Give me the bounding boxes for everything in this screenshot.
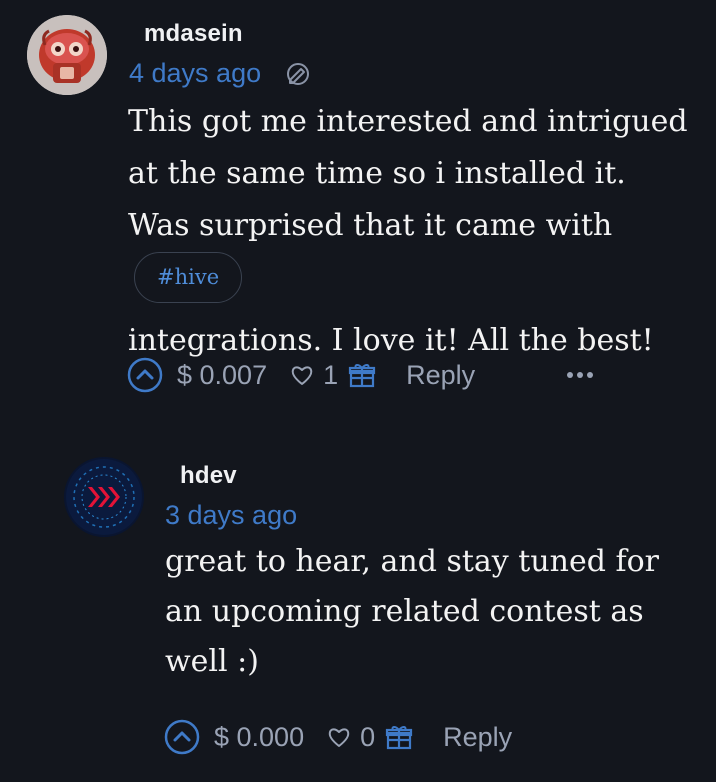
payout-value[interactable]: $ 0.007 (177, 360, 267, 391)
timestamp-hdev[interactable]: 3 days ago (165, 500, 297, 531)
actions-hdev: $ 0.000 0 Reply (164, 719, 512, 755)
comment-text-part-1: This got me interested and intrigued at … (128, 104, 688, 243)
more-horizontal-icon[interactable] (565, 370, 595, 380)
reply-button[interactable]: Reply (443, 722, 512, 753)
heart-icon[interactable] (326, 725, 352, 749)
meta-row-hdev: 3 days ago (165, 500, 297, 531)
upvote-circle-icon[interactable] (127, 357, 163, 393)
payout-value[interactable]: $ 0.000 (214, 722, 304, 753)
vote-count[interactable]: 0 (360, 722, 375, 753)
avatar-mdasein[interactable] (27, 15, 107, 95)
vote-count[interactable]: 1 (323, 360, 338, 391)
edit-pen-icon (287, 62, 310, 85)
heart-icon[interactable] (289, 363, 315, 387)
actions-mdasein: $ 0.007 1 Reply (127, 357, 475, 393)
gift-icon[interactable] (348, 361, 376, 389)
avatar-hdev[interactable] (64, 457, 144, 537)
gift-icon[interactable] (385, 723, 413, 751)
timestamp-mdasein[interactable]: 4 days ago (129, 58, 261, 89)
username-hdev[interactable]: hdev (180, 462, 237, 490)
reply-button[interactable]: Reply (406, 360, 475, 391)
upvote-circle-icon[interactable] (164, 719, 200, 755)
comment-body-hdev: great to hear, and stay tuned for an upc… (165, 544, 659, 679)
meta-row-mdasein: 4 days ago (129, 58, 311, 89)
avatar-mdasein-image (27, 15, 107, 95)
username-mdasein[interactable]: mdasein (144, 20, 243, 48)
avatar-hdev-image (64, 457, 144, 537)
comment-body-mdasein: This got me interested and intrigued at … (128, 96, 688, 367)
hive-tag-link[interactable]: #hive (134, 251, 243, 303)
